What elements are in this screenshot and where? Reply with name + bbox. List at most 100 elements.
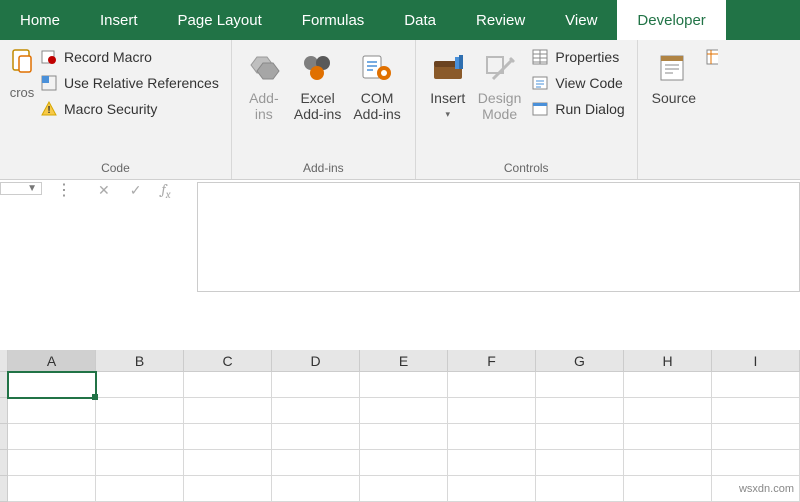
cell[interactable] <box>448 476 536 502</box>
cell[interactable] <box>712 372 800 398</box>
cell[interactable] <box>536 424 624 450</box>
cell[interactable] <box>624 476 712 502</box>
properties-button[interactable]: Properties <box>531 46 624 68</box>
insert-function-icon[interactable]: fx <box>161 180 180 201</box>
col-header-a[interactable]: A <box>8 350 96 371</box>
cell[interactable] <box>360 398 448 424</box>
col-header-h[interactable]: H <box>624 350 712 371</box>
cell[interactable] <box>272 398 360 424</box>
cell-a1[interactable] <box>8 372 96 398</box>
svg-text:!: ! <box>47 105 50 116</box>
warning-icon: ! <box>40 100 58 118</box>
cell[interactable] <box>712 450 800 476</box>
row-header[interactable] <box>0 398 8 424</box>
col-header-i[interactable]: I <box>712 350 800 371</box>
cell[interactable] <box>712 398 800 424</box>
cell[interactable] <box>96 372 184 398</box>
cell[interactable] <box>448 398 536 424</box>
insert-control-button[interactable]: Insert▾ <box>424 44 472 122</box>
cell[interactable] <box>8 450 96 476</box>
macro-security-button[interactable]: ! Macro Security <box>40 98 219 120</box>
spreadsheet-grid: A B C D E F G H I <box>0 350 800 501</box>
cell[interactable] <box>712 424 800 450</box>
tab-review[interactable]: Review <box>456 0 545 40</box>
cancel-formula-icon[interactable]: ✕ <box>98 182 110 199</box>
ribbon: cros Record Macro Use Relative Reference… <box>0 40 800 180</box>
tab-page-layout[interactable]: Page Layout <box>158 0 282 40</box>
row-header[interactable] <box>0 424 8 450</box>
cell[interactable] <box>448 450 536 476</box>
record-macro-button[interactable]: Record Macro <box>40 46 219 68</box>
cell[interactable] <box>360 424 448 450</box>
view-code-button[interactable]: View Code <box>531 72 624 94</box>
design-mode-button[interactable]: DesignMode <box>472 44 528 122</box>
use-relative-references-button[interactable]: Use Relative References <box>40 72 219 94</box>
source-button[interactable]: Source <box>646 44 702 122</box>
cell[interactable] <box>536 476 624 502</box>
cell[interactable] <box>184 398 272 424</box>
table-row <box>0 398 800 424</box>
cell[interactable] <box>448 372 536 398</box>
name-box[interactable]: ▼ <box>0 182 42 195</box>
cell[interactable] <box>624 372 712 398</box>
xml-source-icon <box>656 50 692 86</box>
design-mode-icon <box>482 50 518 86</box>
cell[interactable] <box>536 398 624 424</box>
cell[interactable] <box>360 476 448 502</box>
cell[interactable] <box>8 424 96 450</box>
run-dialog-button[interactable]: Run Dialog <box>531 98 624 120</box>
cell[interactable] <box>272 424 360 450</box>
formula-input[interactable] <box>197 182 800 292</box>
cell[interactable] <box>8 398 96 424</box>
cell[interactable] <box>360 372 448 398</box>
cell[interactable] <box>272 476 360 502</box>
col-header-e[interactable]: E <box>360 350 448 371</box>
cell[interactable] <box>184 450 272 476</box>
group-code-label: Code <box>8 159 223 177</box>
col-header-c[interactable]: C <box>184 350 272 371</box>
cell[interactable] <box>8 476 96 502</box>
cell[interactable] <box>184 424 272 450</box>
cell[interactable] <box>272 450 360 476</box>
tab-home[interactable]: Home <box>0 0 80 40</box>
col-header-g[interactable]: G <box>536 350 624 371</box>
group-code: cros Record Macro Use Relative Reference… <box>0 40 232 179</box>
cell[interactable] <box>536 372 624 398</box>
cell[interactable] <box>96 450 184 476</box>
cell[interactable] <box>536 450 624 476</box>
addins-button[interactable]: Add-ins <box>240 44 288 122</box>
cell[interactable] <box>624 450 712 476</box>
confirm-formula-icon[interactable]: ✓ <box>130 182 142 199</box>
table-row <box>0 372 800 398</box>
tab-data[interactable]: Data <box>384 0 456 40</box>
row-header[interactable] <box>0 372 8 398</box>
col-header-f[interactable]: F <box>448 350 536 371</box>
xml-extra-icon[interactable] <box>706 46 714 68</box>
table-row <box>0 424 800 450</box>
addins-icon <box>246 50 282 86</box>
col-header-b[interactable]: B <box>96 350 184 371</box>
cell[interactable] <box>96 476 184 502</box>
tab-formulas[interactable]: Formulas <box>282 0 385 40</box>
cell[interactable] <box>96 424 184 450</box>
row-header[interactable] <box>0 450 8 476</box>
tab-view[interactable]: View <box>545 0 617 40</box>
formula-bar-divider: ⋮ <box>46 180 82 200</box>
cell[interactable] <box>448 424 536 450</box>
col-header-d[interactable]: D <box>272 350 360 371</box>
cell[interactable] <box>184 476 272 502</box>
cell[interactable] <box>184 372 272 398</box>
select-all-corner[interactable] <box>0 350 8 371</box>
cell[interactable] <box>96 398 184 424</box>
tab-insert[interactable]: Insert <box>80 0 158 40</box>
cell[interactable] <box>624 424 712 450</box>
row-header[interactable] <box>0 476 8 502</box>
macros-icon[interactable] <box>11 48 33 79</box>
com-addins-button[interactable]: COMAdd-ins <box>347 44 406 122</box>
tab-developer[interactable]: Developer <box>617 0 725 40</box>
cell[interactable] <box>624 398 712 424</box>
excel-addins-button[interactable]: ExcelAdd-ins <box>288 44 347 122</box>
cell[interactable] <box>360 450 448 476</box>
cell[interactable] <box>272 372 360 398</box>
watermark: wsxdn.com <box>739 483 794 495</box>
